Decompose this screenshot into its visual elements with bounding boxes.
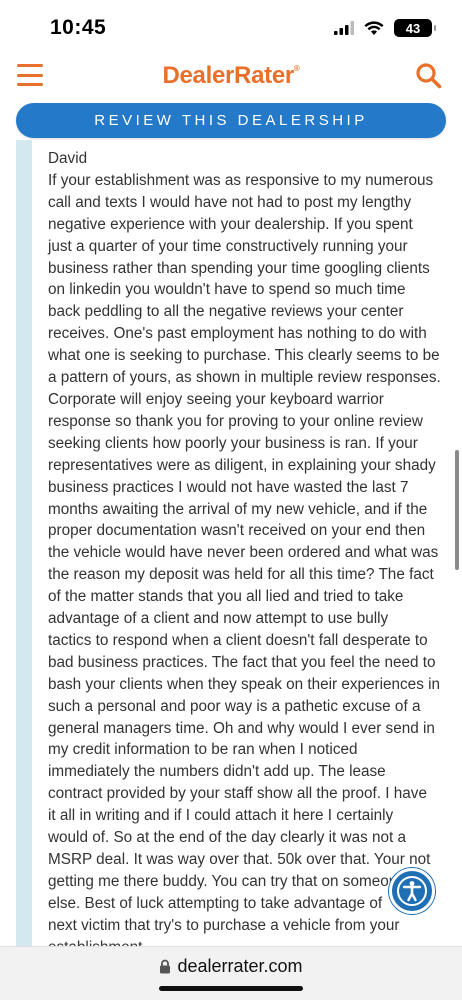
accessibility-icon — [397, 876, 427, 906]
lock-icon — [160, 959, 171, 974]
status-icons: 43 — [334, 19, 436, 37]
registered-mark: ® — [293, 64, 300, 73]
status-time: 10:45 — [50, 16, 107, 39]
scrollbar-thumb[interactable] — [455, 450, 459, 570]
url-text: dealerrater.com — [177, 956, 303, 976]
search-icon[interactable] — [415, 62, 442, 89]
wifi-icon — [364, 20, 384, 35]
accessibility-button[interactable] — [389, 868, 435, 914]
dealerrater-logo[interactable]: DealerRater® — [0, 62, 462, 90]
site-header: DealerRater® — [0, 56, 462, 100]
status-bar: 10:45 43 — [0, 0, 462, 56]
review-left-rail — [16, 140, 32, 946]
review-content[interactable]: David If your establishment was as respon… — [0, 140, 462, 946]
review-body: David If your establishment was as respon… — [48, 148, 456, 946]
review-this-dealership-button[interactable]: REVIEW THIS DEALERSHIP — [16, 103, 446, 138]
logo-text: DealerRater — [162, 62, 294, 89]
review-author: David — [48, 150, 88, 167]
browser-url-bar: dealerrater.com — [0, 946, 462, 1000]
review-text: If your establishment was as responsive … — [48, 171, 441, 946]
address-field[interactable]: dealerrater.com — [0, 956, 462, 977]
signal-icon — [334, 21, 354, 35]
battery-icon: 43 — [394, 19, 436, 37]
home-indicator — [159, 986, 303, 991]
battery-level: 43 — [405, 20, 421, 36]
